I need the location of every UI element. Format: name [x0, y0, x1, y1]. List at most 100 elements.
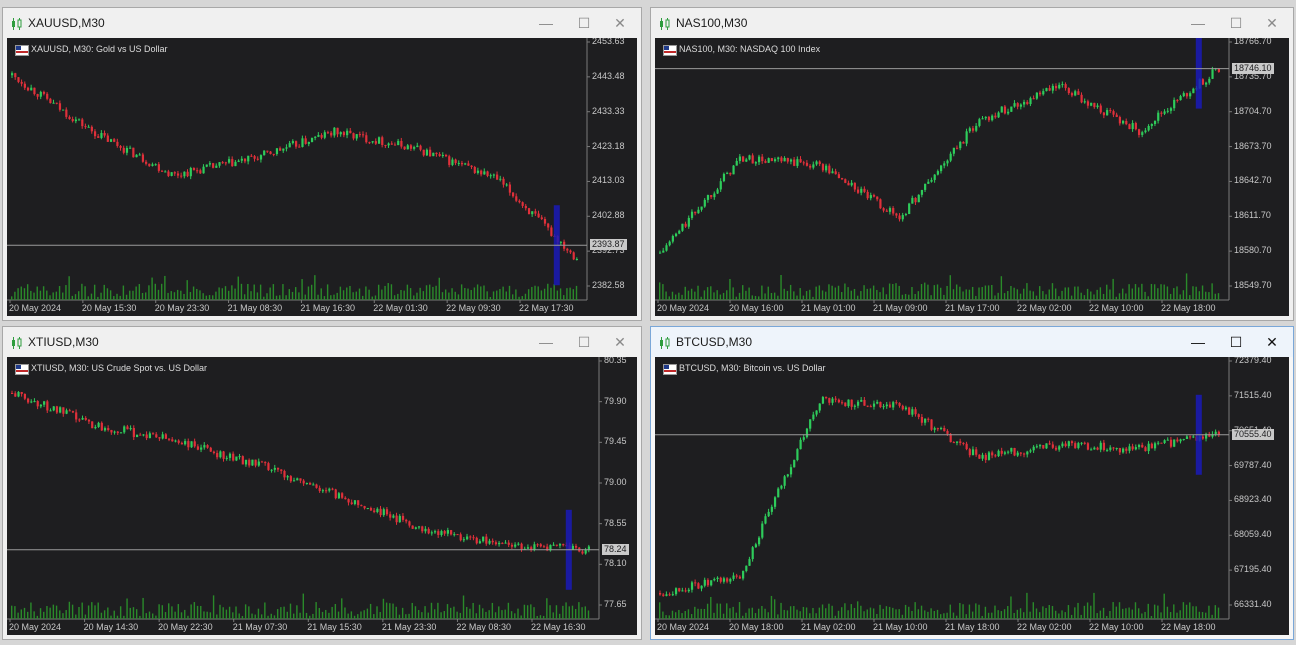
candle-body: [75, 412, 78, 420]
maximize-button[interactable]: ☐: [1225, 332, 1247, 352]
chart-window-xtiusd[interactable]: XTIUSD,M30 — ☐ ✕ XTIUSD, M30: US Crude S…: [2, 326, 642, 640]
candle-body: [1147, 125, 1150, 131]
candle-body: [440, 531, 443, 535]
minimize-button[interactable]: —: [1187, 13, 1209, 33]
volume-bar: [802, 606, 805, 619]
volume-bar: [1035, 608, 1038, 619]
chart-window-btcusd[interactable]: BTCUSD,M30 — ☐ ✕ BTCUSD, M30: Bitcoin vs…: [650, 326, 1294, 640]
volume-bar: [103, 284, 105, 300]
candle-body: [208, 163, 212, 165]
volume-bar: [453, 606, 455, 619]
candle-body: [1090, 449, 1093, 451]
candle-body: [253, 156, 256, 159]
candle-body: [732, 165, 735, 175]
volume-bar: [745, 612, 747, 619]
window-titlebar[interactable]: XAUUSD,M30 — ☐ ✕: [3, 8, 641, 38]
volume-bar: [314, 275, 316, 300]
candle-body: [949, 153, 952, 161]
candle-body: [205, 164, 208, 167]
volume-bar: [566, 288, 568, 300]
candle-body: [110, 429, 113, 433]
candle-body: [1064, 84, 1067, 89]
candle-body: [1058, 84, 1061, 89]
volume-bar: [409, 288, 412, 300]
volume-bar: [575, 285, 578, 300]
maximize-button[interactable]: ☐: [1225, 13, 1247, 33]
chart-window-xauusd[interactable]: XAUUSD,M30 — ☐ ✕ XAUUSD, M30: Gold vs US…: [2, 7, 642, 321]
window-titlebar[interactable]: XTIUSD,M30 — ☐ ✕: [3, 327, 641, 357]
close-button[interactable]: ✕: [1261, 13, 1283, 33]
volume-bar: [754, 613, 757, 619]
price-chart[interactable]: XAUUSD, M30: Gold vs US Dollar 2453.63 244…: [7, 38, 637, 316]
window-titlebar[interactable]: BTCUSD,M30 — ☐ ✕: [651, 327, 1293, 357]
candle-body: [362, 134, 365, 136]
candle-body: [863, 188, 866, 192]
price-chart[interactable]: NAS100, M30: NASDAQ 100 Index 18766.70 187…: [655, 38, 1289, 316]
chart-window-nas100[interactable]: NAS100,M30 — ☐ ✕ NAS100, M30: NASDAQ 100…: [650, 7, 1294, 321]
volume-bar: [770, 595, 773, 619]
candle-body: [478, 541, 482, 544]
volume-bar: [904, 293, 907, 300]
volume-bar: [1189, 602, 1191, 619]
minimize-button[interactable]: —: [1187, 332, 1209, 352]
candle-body: [310, 137, 314, 143]
candle-body: [173, 172, 176, 174]
volume-bar: [508, 285, 511, 300]
volume-bar: [90, 293, 93, 300]
volume-bar: [106, 288, 109, 300]
volume-bar: [1128, 284, 1130, 300]
volume-bar: [1032, 602, 1035, 619]
volume-bar: [678, 609, 680, 619]
volume-bar: [1003, 293, 1006, 300]
candle-body: [767, 158, 770, 163]
volume-bar: [1141, 613, 1143, 619]
volume-bar: [831, 605, 833, 619]
volume-bar: [292, 613, 295, 619]
candle-body: [671, 236, 674, 242]
candle-body: [369, 507, 373, 511]
volume-bar: [339, 286, 342, 300]
minimize-button[interactable]: —: [535, 13, 557, 33]
candle-body: [1137, 444, 1141, 448]
volume-bar: [299, 612, 301, 619]
candle-body: [946, 430, 949, 434]
volume-bar: [1115, 296, 1118, 300]
close-button[interactable]: ✕: [609, 332, 631, 352]
candle-body: [23, 393, 27, 399]
candle-body: [218, 162, 221, 166]
candle-body: [46, 401, 49, 411]
price-tick-label: 18549.70: [1234, 280, 1272, 290]
candle-body: [1077, 443, 1080, 448]
volume-bar: [266, 293, 268, 300]
candle-body: [1173, 439, 1176, 447]
candle-body: [558, 544, 562, 546]
volume-bar: [924, 282, 926, 300]
symbol-flag-icon: [15, 45, 29, 56]
volume-bar: [145, 613, 147, 619]
candle-body: [1176, 99, 1179, 101]
price-chart[interactable]: BTCUSD, M30: Bitcoin vs. US Dollar 72379.…: [655, 357, 1289, 635]
volume-bar: [417, 610, 420, 619]
volume-bar: [971, 611, 974, 619]
candle-body: [470, 165, 473, 168]
volume-bar: [209, 612, 212, 619]
price-chart[interactable]: XTIUSD, M30: US Crude Spot vs. US Dollar…: [7, 357, 637, 635]
close-button[interactable]: ✕: [1261, 332, 1283, 352]
maximize-button[interactable]: ☐: [573, 332, 595, 352]
volume-bar: [856, 295, 859, 300]
minimize-button[interactable]: —: [535, 332, 557, 352]
volume-bar: [908, 294, 910, 300]
close-button[interactable]: ✕: [609, 13, 631, 33]
candle-body: [400, 140, 403, 147]
candle-body: [844, 179, 847, 183]
volume-bar: [1163, 593, 1165, 619]
volume-bar: [377, 284, 380, 300]
maximize-button[interactable]: ☐: [573, 13, 595, 33]
candle-body: [49, 410, 52, 412]
candle-body: [46, 93, 49, 99]
volume-bar: [962, 291, 964, 300]
window-titlebar[interactable]: NAS100,M30 — ☐ ✕: [651, 8, 1293, 38]
volume-bar: [1051, 605, 1054, 619]
candle-body: [321, 490, 325, 492]
candle-body: [200, 447, 203, 450]
